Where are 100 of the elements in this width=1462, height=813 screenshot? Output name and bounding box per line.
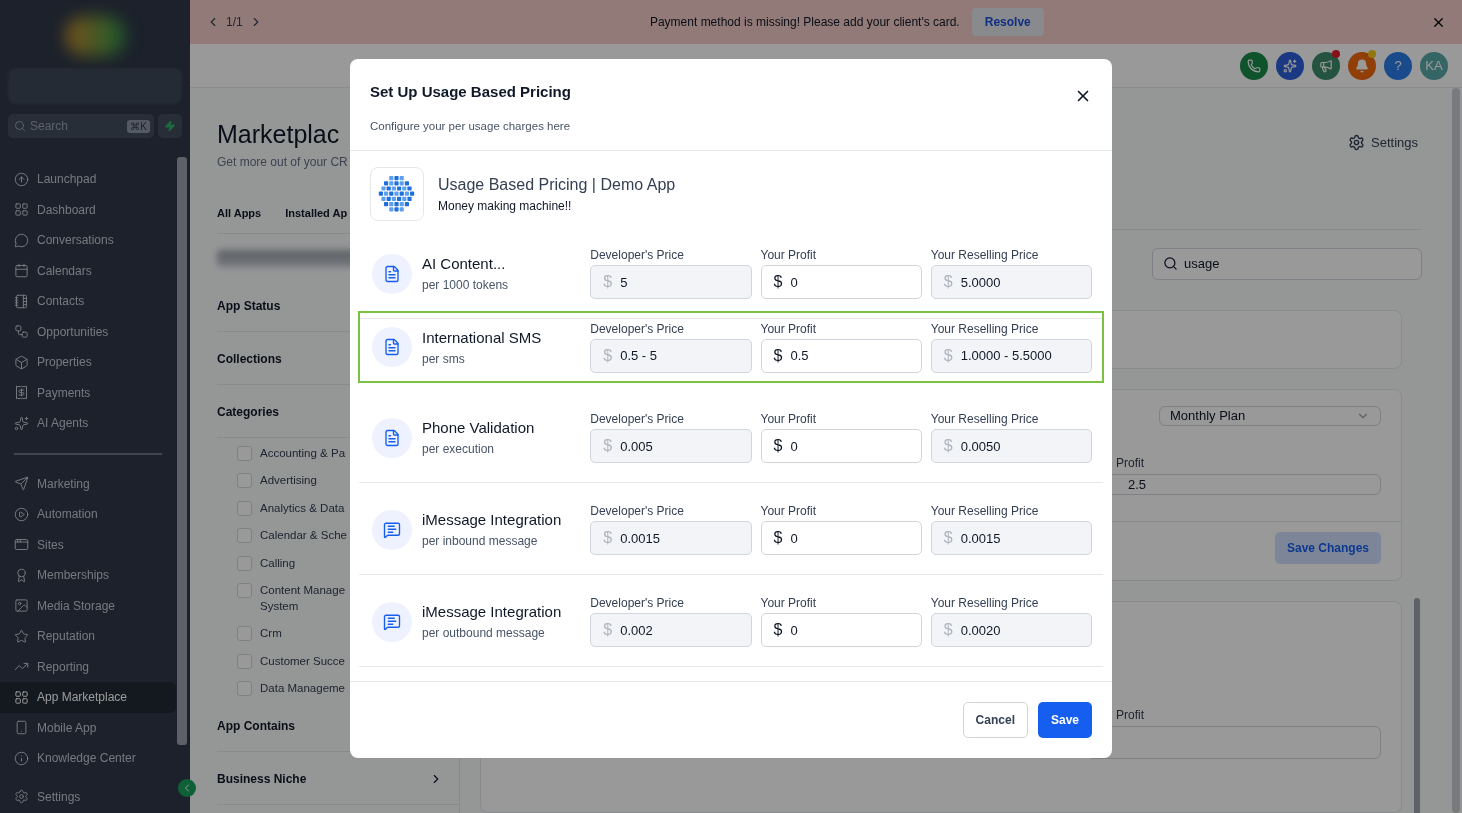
sidebar-item[interactable]: Launchpad [0,164,176,195]
checkbox-label: Accounting & Pa [260,445,347,461]
field-value: 0 [790,274,798,290]
page-title: Marketplac [217,120,340,149]
field-label: Your Reselling Price [930,596,1040,610]
field-label: Your Reselling Price [930,504,1040,518]
sidebar-item[interactable]: Calendars [0,255,176,286]
field-label: Your Reselling Price [930,412,1040,426]
dialog-subtitle: Configure your per usage charges here [370,120,571,132]
field-label: Developer's Price [590,596,685,610]
filter-heading[interactable]: App Status [217,298,281,313]
plan-select[interactable]: Monthly Plan [1159,405,1381,427]
sidebar-item[interactable]: Sites [0,529,176,560]
charge-unit: per 1000 tokens [422,278,510,292]
field-value: 0.0020 [960,622,1001,638]
field-label: Profit [1116,707,1145,722]
charge-unit: per sms [422,351,466,366]
dialog-title: Set Up Usage Based Pricing [370,83,571,100]
field-value: 1.0000 - 5.5000 [960,348,1052,363]
currency-symbol: $ [603,529,613,547]
charge-name: Phone Validation [422,419,536,436]
currency-symbol: $ [773,529,783,547]
field-value: 0 [790,622,798,638]
field-label: Your Reselling Price [930,248,1040,262]
currency-symbol: $ [603,621,613,639]
sidebar-item[interactable]: Settings [0,781,176,812]
checkbox-label: Customer Succe [260,653,346,669]
field-value: 5 [620,274,628,290]
sidebar-item[interactable]: Opportunities [0,316,176,347]
price-field[interactable]: $ 0 [760,265,922,299]
field-label: Your Profit [760,248,818,262]
sidebar-item[interactable]: Reporting [0,651,176,682]
resolve-button[interactable]: Resolve [971,8,1044,36]
sidebar-item[interactable]: Knowledge Center [0,743,176,774]
field-label: Developer's Price [590,412,685,426]
field-value: 5.0000 [960,274,1001,290]
field-value: 0.005 [620,438,653,454]
sidebar-item[interactable]: Properties [0,347,176,378]
checkbox-label: Calling [260,555,297,571]
price-field[interactable]: $ 0.5 [760,338,922,373]
charge-name: iMessage Integration [422,511,563,528]
field-label: Your Profit [760,504,818,518]
field-label: Developer's Price [590,504,685,518]
sidebar-item[interactable]: AI Agents [0,408,176,439]
app-tagline: Money making machine!! [438,198,573,213]
field-label: Your Profit [760,321,818,336]
sidebar-item[interactable]: Payments [0,377,176,408]
field-label: Developer's Price [590,248,685,262]
currency-symbol: $ [943,273,953,291]
field-value: 0 [790,530,798,546]
field-value: 0.5 - 5 [620,348,658,363]
currency-symbol: $ [943,529,953,547]
sidebar-item[interactable]: Conversations [0,225,176,256]
currency-symbol: $ [943,437,953,455]
filter-heading[interactable]: App Contains [217,719,295,733]
field-label: Profit [1116,456,1145,471]
price-field[interactable]: $ 0 [760,613,922,647]
price-field[interactable]: $ 0 [760,521,922,555]
field-value: 0.0015 [960,530,1001,546]
currency-symbol: $ [603,346,613,365]
sidebar-item[interactable]: Reputation [0,621,176,652]
tab[interactable]: All Apps [217,207,262,219]
filter-heading[interactable]: Categories [217,404,280,419]
checkbox-label: Content Manage System [260,583,347,614]
search-value: usage [1184,256,1220,272]
currency-symbol: $ [943,346,953,365]
sidebar-item[interactable]: Contacts [0,286,176,317]
app-name: Usage Based Pricing | Demo App [438,175,676,194]
sidebar-item[interactable]: Dashboard [0,194,176,225]
currency-symbol: $ [603,437,613,455]
currency-symbol: $ [773,273,783,291]
sidebar-item[interactable]: Memberships [0,560,176,591]
checkbox-label: Advertising [260,473,318,489]
field-label: Your Profit [760,596,818,610]
filter-heading[interactable]: Collections [217,351,282,366]
currency-symbol: $ [773,346,783,365]
field-label: Developer's Price [590,321,685,336]
price-field[interactable]: $ 0 [760,429,922,463]
sidebar-item[interactable]: App Marketplace [0,682,176,713]
sidebar-item[interactable]: Automation [0,499,176,530]
field-value: 0.002 [620,622,653,638]
checkbox-label: Analytics & Data [260,500,346,516]
save-button[interactable]: Save [1037,702,1092,738]
currency-symbol: $ [773,437,783,455]
charge-unit: per execution [422,442,496,456]
settings-button[interactable]: Settings [1348,134,1418,151]
charge-unit: per inbound message [422,534,539,548]
checkbox-label: Calendar & Sche [260,528,348,544]
banner-message: Payment method is missing! Please add your client's card. [649,15,960,29]
pager-text: 1/1 [226,15,243,29]
field-value: 0.0015 [620,530,660,546]
sidebar-item[interactable]: Marketing [0,468,176,499]
currency-symbol: $ [603,273,613,291]
checkbox-label: Data Manageme [260,681,347,697]
search-field[interactable]: usage [1152,247,1422,280]
sidebar-item[interactable]: Media Storage [0,590,176,621]
filter-heading[interactable]: Business Niche [217,772,307,786]
field-label: Your Reselling Price [930,321,1040,336]
tab[interactable]: Installed Ap [285,207,348,219]
cancel-button[interactable]: Cancel [962,702,1028,738]
